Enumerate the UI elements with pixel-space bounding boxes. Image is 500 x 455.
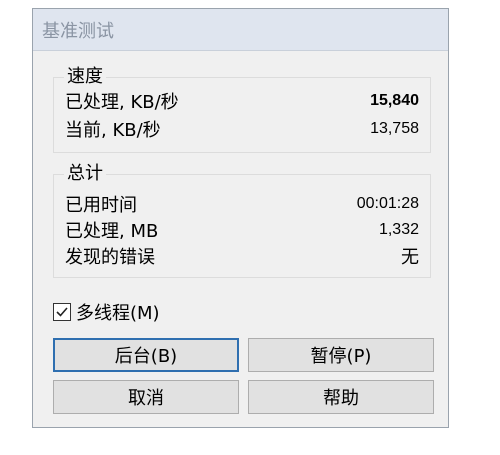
speed-processed-label: 已处理, KB/秒 xyxy=(65,92,179,113)
speed-group: 速度 已处理, KB/秒 15,840 当前, KB/秒 13,758 xyxy=(53,65,431,153)
multithread-option[interactable]: 多线程(M) xyxy=(53,299,160,325)
help-button-label: 帮助 xyxy=(323,388,359,409)
cancel-button-label: 取消 xyxy=(128,388,164,409)
speed-group-title: 速度 xyxy=(64,65,106,89)
benchmark-dialog: 基准测试 速度 已处理, KB/秒 15,840 当前, KB/秒 13,758… xyxy=(32,8,449,428)
total-processed-label: 已处理, MB xyxy=(65,221,159,242)
multithread-label: 多线程(M) xyxy=(76,303,160,324)
multithread-checkbox[interactable] xyxy=(53,303,71,321)
title-bar[interactable]: 基准测试 xyxy=(33,9,448,51)
checkmark-icon xyxy=(56,307,68,317)
total-group: 总计 已用时间 00:01:28 已处理, MB 1,332 发现的错误 无 xyxy=(53,162,431,278)
total-elapsed-label: 已用时间 xyxy=(65,195,137,216)
total-errors-value: 无 xyxy=(401,247,419,268)
pause-button-label: 暂停(P) xyxy=(310,346,372,367)
speed-current-value: 13,758 xyxy=(370,120,419,137)
total-elapsed-row: 已用时间 00:01:28 xyxy=(65,191,419,217)
speed-processed-row: 已处理, KB/秒 15,840 xyxy=(65,88,419,114)
background-button-label: 后台(B) xyxy=(114,346,178,367)
total-processed-row: 已处理, MB 1,332 xyxy=(65,217,419,243)
cancel-button[interactable]: 取消 xyxy=(53,380,239,414)
total-elapsed-value: 00:01:28 xyxy=(356,195,419,212)
speed-processed-value: 15,840 xyxy=(370,92,419,109)
total-processed-value: 1,332 xyxy=(378,221,419,238)
window-title: 基准测试 xyxy=(42,20,114,42)
total-errors-label: 发现的错误 xyxy=(65,247,155,268)
speed-current-row: 当前, KB/秒 13,758 xyxy=(65,116,419,142)
speed-current-label: 当前, KB/秒 xyxy=(65,120,161,141)
total-group-title: 总计 xyxy=(64,162,106,186)
pause-button[interactable]: 暂停(P) xyxy=(248,338,434,372)
help-button[interactable]: 帮助 xyxy=(248,380,434,414)
background-button[interactable]: 后台(B) xyxy=(53,338,239,372)
total-errors-row: 发现的错误 无 xyxy=(65,243,419,269)
